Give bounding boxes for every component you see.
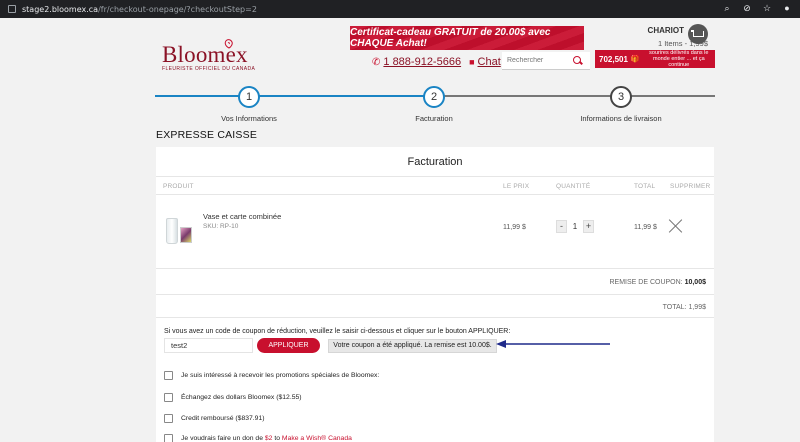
promotions-checkbox[interactable]: [164, 371, 173, 380]
gift-certificate-banner[interactable]: Certificat-cadeau GRATUIT de 20.00$ avec…: [350, 26, 584, 50]
donation-checkbox[interactable]: [164, 434, 173, 442]
star-icon[interactable]: ☆: [762, 3, 772, 13]
logo-tagline: FLEURISTE OFFICIEL DU CANADA: [162, 66, 256, 72]
divider: [156, 294, 714, 295]
total-value: 1,99$: [688, 304, 706, 311]
cart-title: CHARIOT: [647, 26, 684, 35]
divider: [156, 268, 714, 269]
column-header-product: PRODUIT: [163, 183, 194, 190]
annotation-arrow: [496, 340, 610, 348]
step-label: Vos Informations: [221, 114, 277, 123]
option-donation[interactable]: Je voudrais faire un don de $2 to Make a…: [164, 434, 352, 442]
donation-prefix: Je voudrais faire un don de: [181, 435, 263, 442]
eye-slash-icon[interactable]: ⊘: [742, 3, 752, 13]
donation-amount: $2: [264, 435, 273, 442]
quantity-decrease-button[interactable]: -: [556, 220, 567, 233]
search-icon[interactable]: ⌕: [722, 3, 732, 13]
option-label: Credit remboursé ($837.91): [181, 415, 265, 422]
browser-address-bar[interactable]: stage2.bloomex.ca/fr/checkout-onepage/?c…: [0, 0, 800, 18]
option-bloomex-dollars[interactable]: Échangez des dollars Bloomex ($12.55): [164, 393, 302, 402]
billing-panel: Facturation PRODUIT LE PRIX QUANTITÉ TOT…: [156, 147, 714, 442]
step-number: 2: [423, 86, 445, 108]
divider: [156, 317, 714, 318]
logo[interactable]: Bloomex FLEURISTE OFFICIEL DU CANADA: [162, 39, 256, 72]
product-image[interactable]: [164, 217, 194, 247]
column-header-quantity: QUANTITÉ: [556, 183, 591, 190]
product-sku: SKU: RP-10: [203, 223, 239, 230]
chat-icon: ■: [469, 57, 475, 67]
product-total: 11,99 $: [634, 224, 657, 231]
cart-icon[interactable]: [688, 24, 708, 44]
coupon-applied-message: Votre coupon a été appliqué. La remise e…: [328, 339, 497, 353]
bloomex-dollars-checkbox[interactable]: [164, 393, 173, 402]
option-refund-credit[interactable]: Credit remboursé ($837.91): [164, 414, 265, 423]
search-box: [502, 52, 590, 70]
card-image: [180, 227, 192, 243]
phone-link[interactable]: 1 888-912-5666: [383, 56, 461, 68]
option-label: Échangez des dollars Bloomex ($12.55): [181, 394, 302, 401]
smiles-text: sourires délivrés dans le monde entier .…: [649, 50, 709, 68]
profile-icon[interactable]: ●: [782, 3, 792, 13]
cart-summary[interactable]: CHARIOT 1 Items - 1,99$: [630, 24, 710, 48]
phone-icon: ✆: [372, 56, 381, 68]
step-number: 1: [238, 86, 260, 108]
quantity-value[interactable]: 1: [567, 222, 583, 231]
donation-charity-link[interactable]: Make a Wish® Canada: [282, 435, 352, 442]
page: Bloomex FLEURISTE OFFICIEL DU CANADA Cer…: [0, 18, 800, 442]
contact-row: ✆ 1 888-912-5666 ■ Chat: [372, 56, 501, 68]
step-label: Facturation: [415, 114, 453, 123]
quantity-stepper: - 1 +: [556, 220, 594, 233]
rose-icon: [224, 39, 233, 49]
smiles-count: 702,501: [599, 54, 628, 64]
step-label: Informations de livraison: [580, 114, 662, 123]
step-billing[interactable]: 2 Facturation: [374, 86, 494, 123]
option-promotions[interactable]: Je suis intéressé à recevoir les promoti…: [164, 371, 379, 380]
panel-title: Facturation: [156, 147, 714, 177]
total-label: TOTAL:: [662, 304, 687, 311]
donation-to: to: [274, 435, 281, 442]
column-header-total: TOTAL: [634, 183, 656, 190]
smiles-banner: 702,501 🎁 sourires délivrés dans le mond…: [595, 50, 715, 68]
refund-credit-checkbox[interactable]: [164, 414, 173, 423]
remove-item-icon[interactable]: [669, 219, 683, 233]
search-icon[interactable]: [572, 55, 582, 66]
step-delivery-info[interactable]: 3 Informations de livraison: [561, 86, 681, 123]
coupon-discount-row: REMISE DE COUPON: 10,00$: [610, 279, 707, 286]
product-price: 11,99 $: [503, 224, 526, 231]
option-label: Je suis intéressé à recevoir les promoti…: [181, 372, 380, 379]
step-your-info[interactable]: 1 Vos Informations: [189, 86, 309, 123]
column-header-price: LE PRIX: [503, 183, 530, 190]
quantity-increase-button[interactable]: +: [583, 220, 594, 233]
divider: [156, 194, 714, 195]
logo-text: Bloomex: [162, 42, 248, 67]
chat-link[interactable]: Chat: [478, 56, 501, 68]
gift-icon: 🎁: [630, 56, 640, 63]
apply-coupon-button[interactable]: APPLIQUER: [257, 338, 320, 353]
coupon-discount-value: 10,00$: [684, 279, 706, 286]
coupon-discount-label: REMISE DE COUPON:: [609, 279, 683, 286]
search-input[interactable]: [502, 57, 572, 64]
column-header-remove: SUPPRIMER: [670, 183, 711, 190]
step-number: 3: [610, 86, 632, 108]
coupon-code-input[interactable]: [164, 338, 253, 353]
site-info-icon[interactable]: [8, 5, 16, 13]
product-name[interactable]: Vase et carte combinée: [203, 212, 281, 221]
coupon-instructions: Si vous avez un code de coupon de réduct…: [164, 328, 511, 335]
vase-image: [166, 218, 178, 244]
url-text[interactable]: stage2.bloomex.ca/fr/checkout-onepage/?c…: [22, 5, 257, 14]
page-title: EXPRESSE CAISSE: [156, 129, 258, 141]
total-row: TOTAL: 1,99$: [663, 304, 706, 311]
